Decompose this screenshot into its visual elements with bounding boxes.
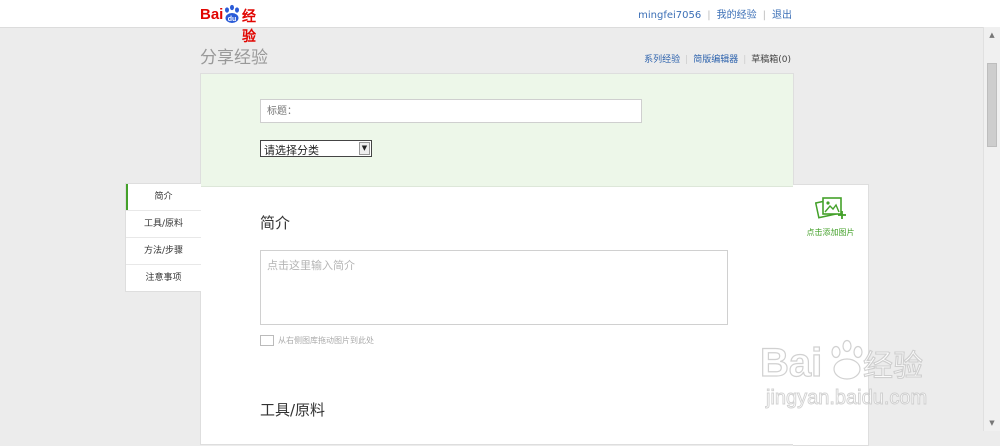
section-tabs: 简介 工具/原料 方法/步骤 注意事项 [125, 183, 201, 292]
drag-hint-text: 从右侧图库拖动图片到此处 [278, 336, 374, 345]
intro-heading: 简介 [260, 214, 291, 232]
scroll-down-icon[interactable]: ▼ [984, 415, 1000, 431]
category-select[interactable]: 请选择分类 ▼ [260, 140, 372, 157]
logout-link[interactable]: 退出 [772, 10, 792, 21]
svg-text:Bai: Bai [760, 341, 822, 385]
tab-intro[interactable]: 简介 [126, 184, 201, 211]
top-bar: Bai du 经验 mingfei7056 | 我的经验 | 退出 [0, 0, 1000, 45]
logo-bai-text: Bai [200, 6, 224, 23]
category-selected-value: 请选择分类 [264, 144, 319, 157]
series-experience-link[interactable]: 系列经验 [644, 55, 680, 65]
sub-nav: 系列经验 | 简版编辑器 | 草稿箱(0) [644, 52, 791, 65]
separator: | [743, 55, 747, 65]
paw-icon: du [225, 4, 239, 23]
tab-steps[interactable]: 方法/步骤 [126, 238, 201, 265]
username-link[interactable]: mingfei7056 [638, 10, 701, 21]
image-drop-icon [260, 335, 274, 346]
scroll-thumb[interactable] [987, 63, 997, 147]
svg-text:jingyan.baidu.com: jingyan.baidu.com [765, 387, 927, 409]
dropdown-arrow-icon[interactable]: ▼ [359, 142, 370, 155]
svg-text:经验: 经验 [863, 349, 923, 384]
user-nav: mingfei7056 | 我的经验 | 退出 [638, 6, 792, 21]
intro-textarea[interactable]: 点击这里输入简介 [260, 250, 728, 325]
editor-card: 请选择分类 ▼ 简介 点击这里输入简介 从右侧图库拖动图片到此处 工具/原料 [200, 73, 794, 445]
tab-tools[interactable]: 工具/原料 [126, 211, 201, 238]
drafts-link[interactable]: 草稿箱(0) [751, 55, 791, 65]
tools-heading: 工具/原料 [260, 401, 326, 419]
my-experience-link[interactable]: 我的经验 [717, 10, 757, 21]
intro-placeholder: 点击这里输入简介 [267, 259, 355, 272]
baidu-watermark: Bai 经验 jingyan.baidu.com [759, 339, 928, 409]
add-image-label: 点击添加图片 [806, 228, 855, 237]
separator: | [762, 10, 766, 21]
simple-editor-link[interactable]: 简版编辑器 [693, 55, 738, 65]
add-image-icon [814, 197, 846, 219]
separator: | [685, 55, 689, 65]
scroll-up-icon[interactable]: ▲ [984, 27, 1000, 43]
tab-notes[interactable]: 注意事项 [126, 265, 201, 291]
logo-jingyan-text: 经验 [242, 9, 256, 45]
title-input[interactable] [260, 99, 642, 123]
page-title: 分享经验 [200, 48, 268, 68]
add-image-button[interactable]: 点击添加图片 [793, 195, 868, 238]
separator: | [707, 10, 711, 21]
drag-image-hint: 从右侧图库拖动图片到此处 [260, 335, 374, 346]
page-scrollbar[interactable]: ▲ ▼ [983, 27, 1000, 431]
title-category-area: 请选择分类 ▼ [201, 74, 793, 187]
svg-text:du: du [228, 16, 237, 23]
